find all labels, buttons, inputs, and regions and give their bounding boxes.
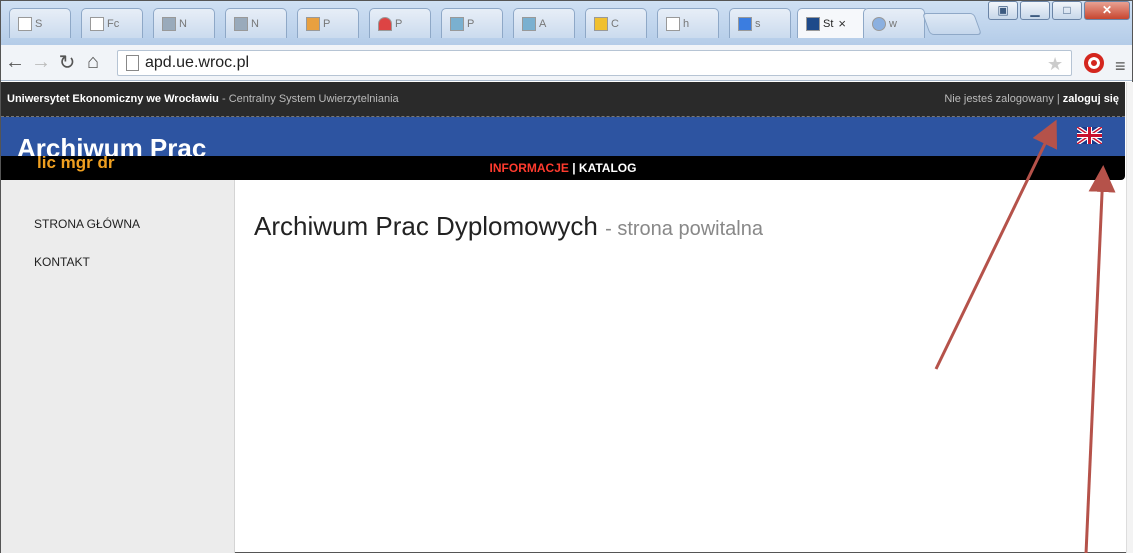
arrow-to-login xyxy=(934,119,1058,370)
arrow-to-flag xyxy=(1084,165,1116,553)
annotation-arrows xyxy=(934,119,1116,553)
